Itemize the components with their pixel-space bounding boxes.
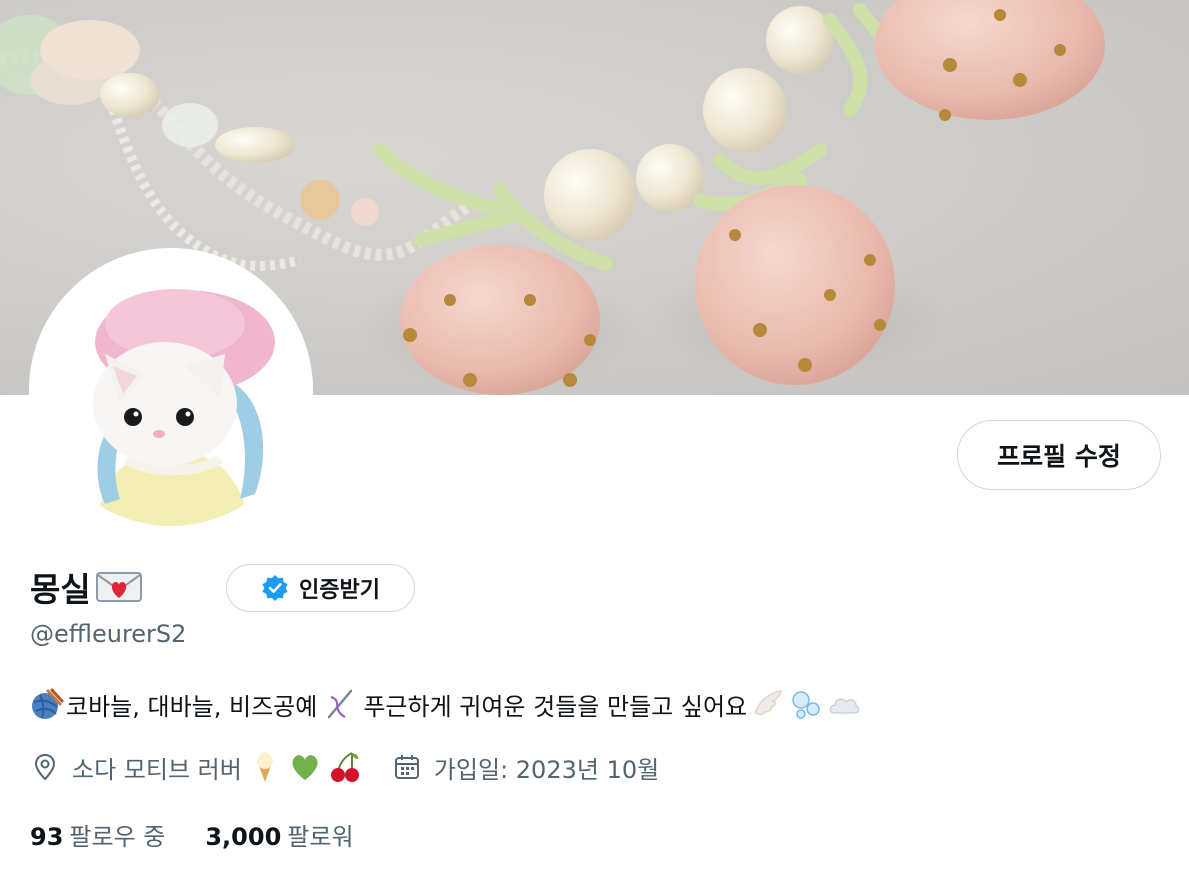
needle-thread-icon [328, 689, 353, 719]
followers-count: 3,000 [205, 822, 282, 851]
love-letter-icon [95, 572, 142, 602]
display-name: 몽실 [30, 570, 91, 609]
following-link[interactable]: 93 팔로우 중 [30, 817, 165, 852]
calendar-icon [394, 755, 419, 779]
followers-link[interactable]: 3,000 팔로워 [205, 817, 353, 852]
profile-bio: 코바늘, 대바늘, 비즈공예 푸근하게 귀여운 것들을 만들고 싶어요 [30, 684, 861, 724]
cloud-icon [829, 698, 860, 714]
get-verified-label: 인증받기 [299, 578, 380, 603]
verified-badge-icon [262, 575, 288, 601]
followers-label: 팔로워 [287, 822, 354, 851]
following-count: 93 [30, 822, 64, 851]
wing-icon [754, 690, 783, 715]
edit-profile-button[interactable]: 프로필 수정 [957, 420, 1161, 490]
profile-location: 소다 모티브 러버 [72, 755, 242, 784]
green-heart-icon [292, 755, 318, 780]
location-pin-icon [34, 753, 56, 781]
profile-meta: 소다 모티브 러버 가입일: 2023년 10월 [30, 746, 659, 788]
get-verified-button[interactable]: 인증받기 [226, 564, 415, 612]
yarn-ball-icon [32, 688, 64, 719]
edit-profile-label: 프로필 수정 [997, 442, 1121, 471]
follow-stats: 93 팔로우 중 3,000 팔로워 [30, 814, 354, 854]
cherries-icon [330, 752, 359, 782]
profile-avatar[interactable] [29, 248, 313, 532]
following-label: 팔로우 중 [69, 822, 166, 851]
joined-date: 가입일: 2023년 10월 [433, 755, 660, 784]
bubbles-icon [792, 691, 820, 719]
display-name-row: 몽실 [30, 562, 143, 612]
bio-text-crafts: 코바늘, 대바늘, 비즈공예 [66, 692, 318, 721]
profile-handle: @effleurerS2 [30, 620, 187, 648]
ice-cream-icon [256, 751, 273, 782]
cat-figure-avatar-image [35, 254, 307, 526]
bio-text-wish: 푸근하게 귀여운 것들을 만들고 싶어요 [363, 692, 748, 721]
